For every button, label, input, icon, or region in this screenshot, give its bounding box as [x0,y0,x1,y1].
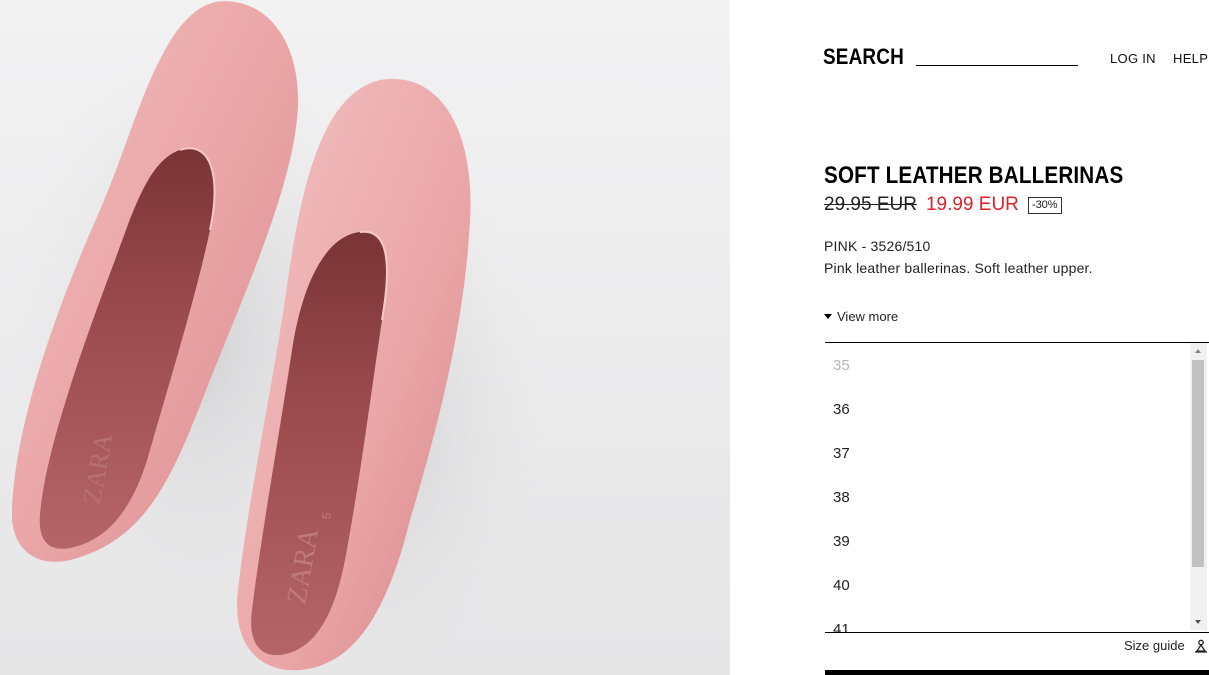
size-list-scrollbar[interactable] [1190,343,1207,630]
size-option[interactable]: 39 [833,533,850,550]
product-description: Pink leather ballerinas. Soft leather up… [824,260,1093,276]
size-option[interactable]: 36 [833,401,850,418]
help-link[interactable]: HELP [1173,51,1208,66]
product-photo: ZARA ZARA 5 [0,0,730,675]
size-option[interactable]: 38 [833,489,850,506]
product-title: SOFT LEATHER BALLERINAS [824,162,1124,189]
ballerinas-image: ZARA ZARA 5 [10,1,550,675]
caret-down-icon [824,314,832,319]
search-label[interactable]: SEARCH [823,44,904,70]
scroll-thumb[interactable] [1192,360,1204,567]
size-option[interactable]: 41 [833,621,850,632]
scroll-down-arrow-icon[interactable] [1195,620,1201,624]
size-option: 35 [833,357,850,374]
ruler-person-icon[interactable] [1194,639,1208,653]
size-option[interactable]: 37 [833,445,850,462]
view-more-label: View more [837,309,899,324]
size-option[interactable]: 40 [833,577,850,594]
discount-badge: -30% [1027,196,1062,214]
size-guide-link[interactable]: Size guide [1124,638,1185,653]
login-link[interactable]: LOG IN [1110,51,1156,66]
color-reference: PINK - 3526/510 [824,238,931,254]
add-to-basket-button-edge[interactable] [825,670,1209,675]
price-row: 29.95 EUR 19.99 EUR -30% [824,194,1062,216]
size-list[interactable]: 35 36 37 38 39 40 41 [825,342,1209,633]
view-more-toggle[interactable]: View more [824,309,898,324]
sale-price: 19.99 EUR [925,194,1019,215]
old-price: 29.95 EUR [824,194,917,215]
scroll-up-arrow-icon[interactable] [1195,349,1201,353]
search-input-underline[interactable] [916,65,1078,66]
